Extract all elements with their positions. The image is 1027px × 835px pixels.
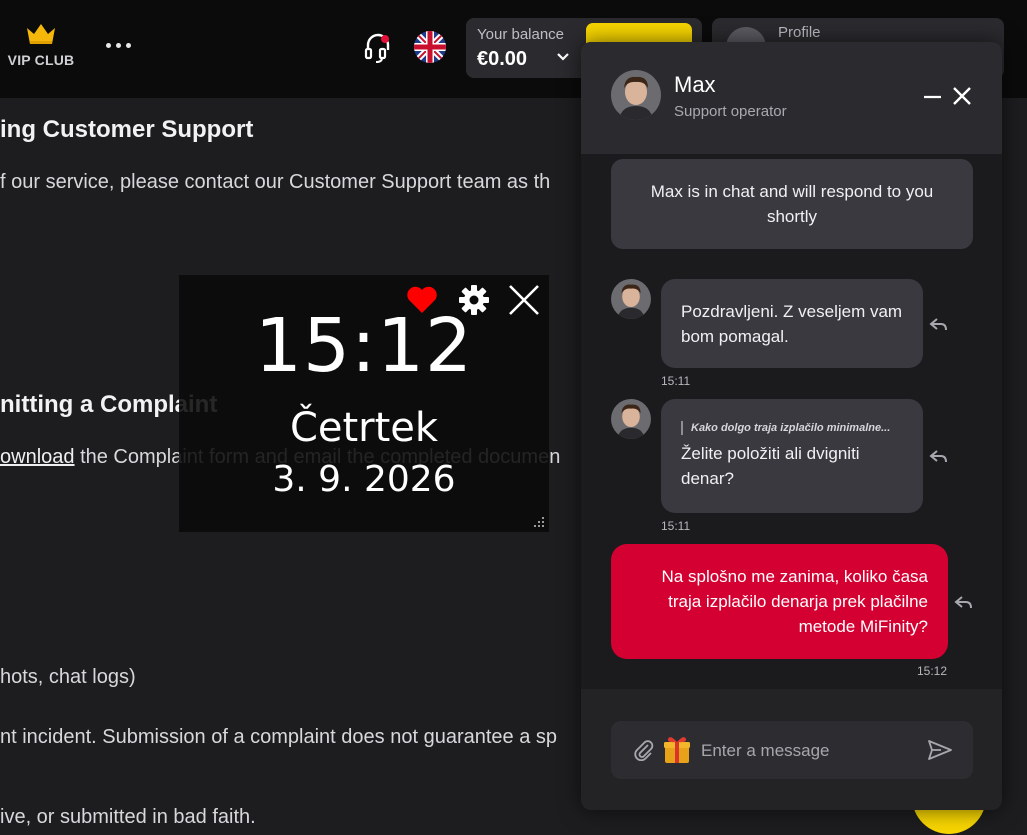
bad-faith-text: ive, or submitted in bad faith. (0, 806, 256, 828)
operator-role: Support operator (674, 103, 787, 120)
minimize-icon[interactable] (922, 85, 944, 107)
support-chat-panel: Max Support operator Max is in chat and … (581, 42, 1002, 810)
profile-label: Profile (778, 24, 821, 41)
balance-caption: Your balance (477, 26, 565, 43)
message-composer (611, 721, 973, 779)
reply-icon[interactable] (929, 316, 949, 334)
chat-footer (581, 689, 1002, 810)
operator-message: Kako dolgo traja izplačilo minimalne... … (661, 399, 923, 513)
close-chat-icon[interactable] (951, 85, 973, 107)
evidence-text: hots, chat logs) (0, 666, 136, 688)
operator-name: Max (674, 72, 716, 97)
message-timestamp: 15:11 (661, 374, 691, 388)
chevron-down-icon[interactable] (556, 52, 570, 62)
message-text: Želite položiti ali dvigniti denar? (681, 444, 860, 488)
uk-flag-icon[interactable] (414, 31, 446, 63)
send-icon[interactable] (927, 738, 953, 762)
vip-club-label: VIP CLUB (7, 52, 75, 68)
resize-grip-icon[interactable] (533, 516, 545, 528)
reply-icon[interactable] (954, 594, 974, 612)
message-timestamp: 15:12 (917, 664, 948, 678)
heading-customer-support: ing Customer Support (0, 116, 254, 143)
clock-widget[interactable]: 15:12 Četrtek 3. 9. 2026 (179, 275, 549, 532)
message-timestamp: 15:11 (661, 519, 691, 533)
operator-message: Pozdravljeni. Z veseljem vam bom pomagal… (661, 279, 923, 368)
paperclip-icon[interactable] (633, 739, 655, 761)
download-link[interactable]: ownload (0, 446, 75, 468)
operator-avatar (611, 70, 661, 120)
operator-avatar (611, 279, 651, 319)
reply-icon[interactable] (929, 448, 949, 466)
more-menu-button[interactable] (106, 38, 134, 52)
support-paragraph: f our service, please contact our Custom… (0, 171, 551, 193)
operator-avatar (611, 399, 651, 439)
chat-header: Max Support operator (581, 42, 1002, 154)
support-headset-icon[interactable] (364, 32, 392, 64)
user-message: Na splošno me zanima, koliko časa traja … (611, 544, 948, 659)
clock-date: 3. 9. 2026 (272, 459, 456, 500)
message-text: Pozdravljeni. Z veseljem vam bom pomagal… (681, 302, 903, 346)
clock-time: 15:12 (254, 303, 474, 389)
system-message-text: Max is in chat and will respond to you s… (650, 182, 934, 226)
balance-amount: €0.00 (477, 48, 528, 70)
crown-icon (27, 24, 55, 44)
message-input[interactable] (699, 735, 923, 767)
clock-day: Četrtek (289, 405, 439, 451)
quoted-message: Kako dolgo traja izplačilo minimalne... (681, 421, 903, 435)
gift-icon[interactable] (661, 733, 693, 765)
incident-text: nt incident. Submission of a complaint d… (0, 726, 558, 748)
system-message: Max is in chat and will respond to you s… (611, 159, 973, 249)
vip-club-link[interactable]: VIP CLUB (4, 22, 78, 68)
message-text: Na splošno me zanima, koliko časa traja … (661, 567, 928, 636)
